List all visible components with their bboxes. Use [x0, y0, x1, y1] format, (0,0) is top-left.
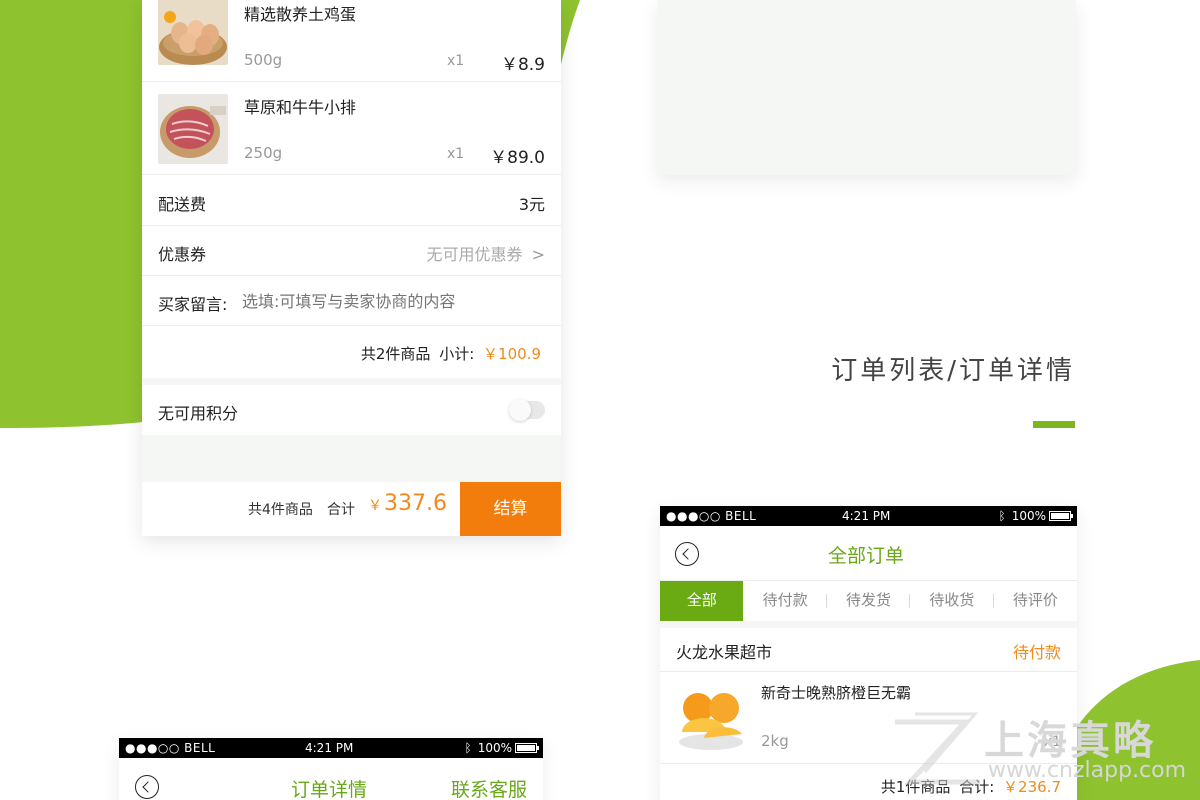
back-icon[interactable] [675, 542, 699, 566]
empty-area [142, 435, 561, 482]
contact-service-link[interactable]: 联系客服 [451, 775, 527, 800]
divider-gap [660, 621, 1077, 628]
signal-indicator: ●●●○○ BELL [666, 509, 757, 523]
points-toggle[interactable] [509, 399, 545, 421]
coupon-value: 无可用优惠券 > [426, 241, 545, 265]
order-status: 待付款 [1012, 643, 1061, 662]
checkout-bar: 共4件商品 合计 ￥337.6 结算 [142, 482, 561, 536]
subtotal-value: ￥100.9 [483, 345, 541, 363]
order-item-spec: 2kg [761, 732, 789, 750]
subtotal-row: 共2件商品 小计: ￥100.9 [142, 326, 561, 378]
product-name: 草原和牛牛小排 [244, 98, 357, 117]
delivery-fee-row: 配送费 3元 [142, 176, 561, 226]
tab-label: 待付款 [762, 592, 808, 609]
tab-label: 待发货 [846, 592, 892, 609]
status-time: 4:21 PM [305, 741, 354, 755]
pay-button[interactable]: 结算 [460, 482, 561, 536]
delivery-fee-value: 3元 [518, 195, 545, 214]
shop-name: 火龙水果超市 [676, 643, 773, 662]
page-title: 订单详情 [291, 779, 368, 800]
subtotal: 共2件商品 小计: ￥100.9 [361, 343, 541, 364]
tab-all[interactable]: 全部 [660, 581, 744, 621]
battery-indicator: ᛒ 100% [464, 741, 539, 755]
bluetooth-icon: ᛒ [464, 741, 472, 755]
battery-indicator: ᛒ 100% [998, 509, 1073, 523]
nav-bar: 订单详情 联系客服 [119, 758, 543, 800]
section-accent-bar [1033, 421, 1075, 428]
tab-label: 待收货 [929, 592, 975, 609]
total-count: 共4件商品 [248, 502, 313, 518]
order-item-name: 新奇士晚熟脐橙巨无霸 [761, 684, 912, 702]
points-label: 无可用积分 [158, 404, 239, 423]
section-title: 订单列表/订单详情 [831, 356, 1075, 386]
buyer-message-row: 买家留言: [142, 276, 561, 326]
eggs-image [158, 0, 228, 65]
battery-percent: 100% [1011, 509, 1046, 523]
subtotal-count: 共2件商品 [360, 345, 431, 363]
buyer-message-label: 买家留言: [158, 295, 228, 314]
coupon-row[interactable]: 优惠券 无可用优惠券 > [142, 226, 561, 276]
total-value: 337.6 [384, 491, 447, 516]
order-detail-phone: ●●●○○ BELL 4:21 PM ᛒ 100% 订单详情 联系客服 [119, 738, 543, 800]
status-bar: ●●●○○ BELL 4:21 PM ᛒ 100% [660, 506, 1077, 526]
currency-symbol: ￥ [368, 498, 382, 514]
signal-indicator: ●●●○○ BELL [125, 741, 216, 755]
bluetooth-icon: ᛒ [998, 509, 1006, 523]
product-row-eggs[interactable]: 精选散养土鸡蛋 500g x1 ￥8.9 [142, 0, 561, 82]
page-title: 全部订单 [828, 545, 905, 567]
nav-bar: 全部订单 [660, 526, 1077, 581]
chevron-right-icon: > [531, 245, 545, 264]
product-price: ￥8.9 [500, 55, 545, 75]
tab-pending-review[interactable]: 待评价 [994, 581, 1077, 621]
buyer-message-input[interactable] [242, 289, 542, 313]
beef-image [158, 94, 228, 164]
product-spec: 250g [244, 144, 283, 162]
checkout-card: 精选散养土鸡蛋 500g x1 ￥8.9 草原和牛牛小排 250g x1 ￥89… [142, 0, 561, 536]
tab-pending-payment[interactable]: 待付款 [743, 581, 827, 621]
shop-row[interactable]: 火龙水果超市 待付款 [660, 628, 1077, 672]
screen: 精选散养土鸡蛋 500g x1 ￥8.9 草原和牛牛小排 250g x1 ￥89… [0, 0, 1200, 800]
tab-pending-shipment[interactable]: 待发货 [827, 581, 911, 621]
product-price: ￥89.0 [490, 148, 545, 168]
coupon-value-text: 无可用优惠券 [426, 245, 523, 264]
battery-percent: 100% [477, 741, 512, 755]
preview-panel [657, 0, 1076, 175]
battery-icon [1049, 511, 1073, 521]
total-label: 合计 [327, 502, 355, 518]
tab-pending-receipt[interactable]: 待收货 [910, 581, 994, 621]
total-amount: ￥337.6 [368, 491, 447, 516]
watermark-url: www.cnzlapp.com [988, 758, 1187, 783]
back-icon[interactable] [135, 775, 159, 799]
delivery-fee-label: 配送费 [158, 195, 207, 214]
coupon-label: 优惠券 [158, 245, 207, 264]
order-tabs: 全部 待付款 待发货 待收货 待评价 [660, 581, 1077, 621]
product-spec: 500g [244, 51, 283, 69]
battery-icon [515, 743, 539, 753]
product-qty: x1 [447, 53, 465, 69]
status-time: 4:21 PM [842, 509, 891, 523]
divider-gap [142, 378, 561, 385]
points-row: 无可用积分 [142, 385, 561, 435]
product-row-beef[interactable]: 草原和牛牛小排 250g x1 ￥89.0 [142, 82, 561, 175]
subtotal-label: 小计: [439, 345, 475, 363]
product-name: 精选散养土鸡蛋 [244, 5, 357, 24]
oranges-image [676, 682, 746, 752]
status-bar: ●●●○○ BELL 4:21 PM ᛒ 100% [119, 738, 543, 758]
product-qty: x1 [447, 146, 465, 162]
